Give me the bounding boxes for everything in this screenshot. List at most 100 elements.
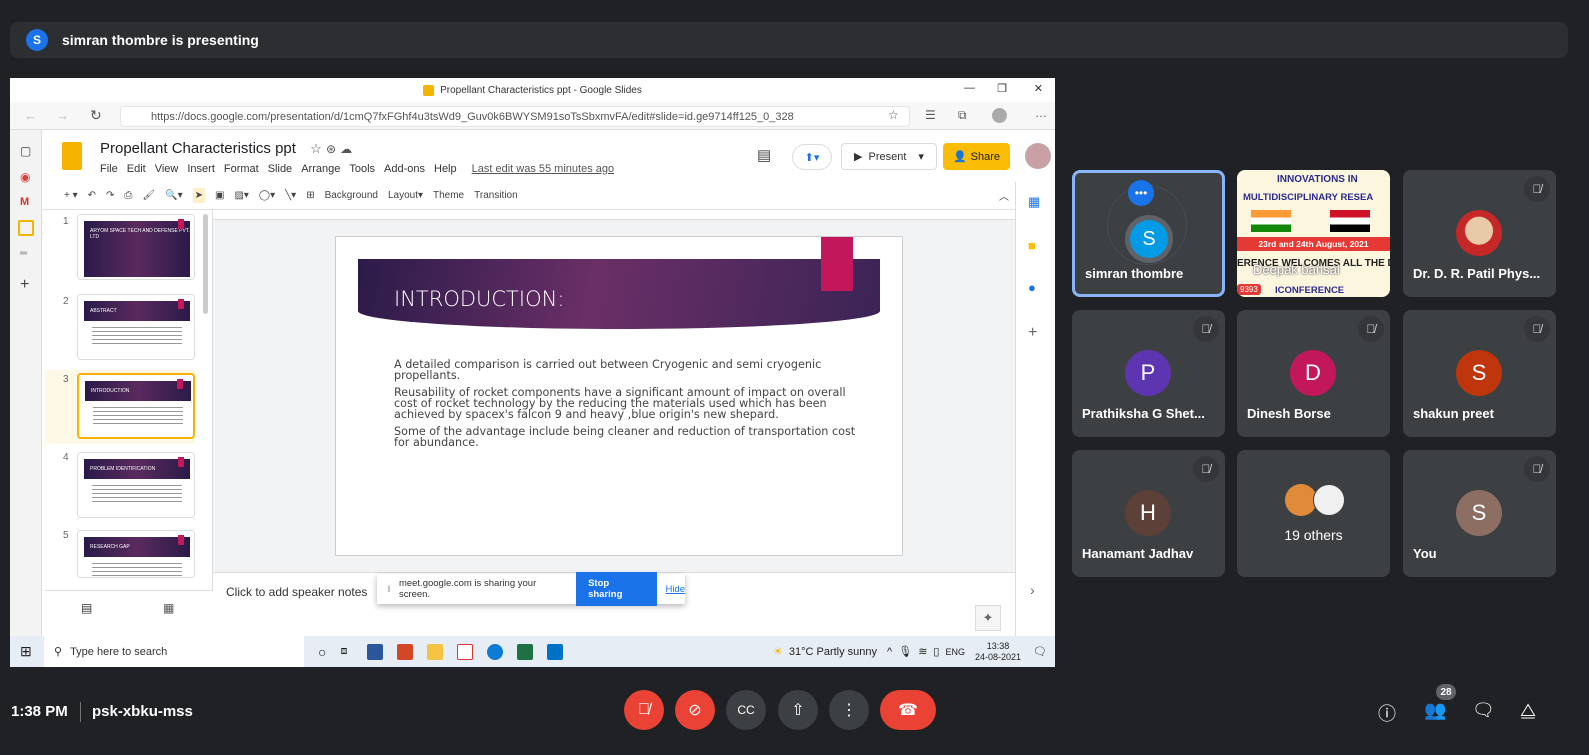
menu-file[interactable]: File <box>100 163 118 175</box>
activities-icon[interactable]: ⧋ <box>1520 700 1536 721</box>
mic-toggle-button[interactable]: 🎙̸ <box>624 690 664 730</box>
background-button[interactable]: Background <box>325 190 378 201</box>
present-button[interactable]: ▶ Present ▾ <box>841 143 937 170</box>
move-icon[interactable]: ⊛ <box>326 142 336 156</box>
collections-icon[interactable]: ⧉ <box>958 108 967 123</box>
participant-tile[interactable]: 🎙̸ D Dinesh Borse <box>1237 310 1390 437</box>
pdf-icon[interactable] <box>457 643 474 660</box>
network-icon[interactable]: ≋ <box>918 645 927 658</box>
image-icon[interactable]: ▨▾ <box>234 190 248 201</box>
add-addon-icon[interactable]: + <box>1028 324 1037 342</box>
more-options-icon[interactable]: ••• <box>1128 180 1154 206</box>
participant-tile-video[interactable]: INNOVATIONS IN MULTIDISCIPLINARY RESEA 2… <box>1237 170 1390 297</box>
keep-icon[interactable]: ■ <box>1028 238 1036 253</box>
drag-handle-icon[interactable]: ‖ <box>387 584 391 595</box>
line-icon[interactable]: ╲▾ <box>285 190 296 201</box>
explore-icon[interactable]: ✦ <box>975 605 1001 631</box>
reload-icon[interactable]: ↻ <box>90 107 102 124</box>
menu-tools[interactable]: Tools <box>349 163 375 175</box>
camera-toggle-button[interactable]: ⊘ <box>675 690 715 730</box>
star-icon[interactable]: ☆ <box>310 141 322 156</box>
slide-thumbnail[interactable]: PROBLEM IDENTIFICATION <box>77 452 195 518</box>
cortana-icon[interactable]: ○ <box>318 644 326 660</box>
transition-button[interactable]: Transition <box>474 190 518 201</box>
maximize-icon[interactable]: ❐ <box>997 82 1007 95</box>
cloud-status-icon[interactable]: ☁ <box>340 142 352 156</box>
minimize-icon[interactable]: — <box>964 82 975 94</box>
tray-chevron-icon[interactable]: ^ <box>887 646 892 658</box>
weather-text[interactable]: 31°C Partly sunny <box>789 646 877 658</box>
print-icon[interactable]: ⎙ <box>124 190 132 201</box>
shape-icon[interactable]: ◯▾ <box>259 190 275 201</box>
powerpoint-icon[interactable] <box>397 643 414 660</box>
participant-tile[interactable]: 🎙̸ S shakun preet <box>1403 310 1556 437</box>
mic-icon[interactable]: 🎙 <box>898 645 912 658</box>
filmstrip-scrollbar[interactable] <box>203 214 208 314</box>
favorite-icon[interactable]: ☆ <box>888 108 899 122</box>
stop-sharing-button[interactable]: Stop sharing <box>576 572 658 606</box>
comment-add-icon[interactable]: ⊞ <box>306 190 314 201</box>
paint-format-icon[interactable]: 🖌 <box>142 190 155 201</box>
excel-icon[interactable] <box>517 643 534 660</box>
document-title[interactable]: Propellant Characteristics ppt <box>100 140 296 157</box>
notifications-icon[interactable]: 🗨 <box>1033 645 1047 658</box>
tasks-icon[interactable]: ● <box>1028 280 1036 295</box>
tabs-icon[interactable]: ▢ <box>20 144 31 158</box>
leave-call-button[interactable]: ☎ <box>880 690 936 730</box>
theme-button[interactable]: Theme <box>433 190 464 201</box>
more-icon[interactable]: … <box>1035 106 1047 120</box>
zoom-icon[interactable]: 🔍▾ <box>165 190 182 201</box>
menu-edit[interactable]: Edit <box>127 163 146 175</box>
menu-arrange[interactable]: Arrange <box>301 163 340 175</box>
menu-view[interactable]: View <box>155 163 179 175</box>
edge-icon[interactable] <box>487 643 504 660</box>
menu-insert[interactable]: Insert <box>187 163 215 175</box>
new-slide-icon[interactable]: + ▾ <box>64 190 78 201</box>
collapse-icon[interactable]: ︿ <box>999 188 1009 203</box>
chat-icon[interactable]: 🗨 <box>1472 700 1495 721</box>
slide-thumbnail[interactable]: RESEARCH GAP <box>77 530 195 578</box>
participant-tile[interactable]: 🎙̸ Dr. D. R. Patil Phys... <box>1403 170 1556 297</box>
slide-thumbnail[interactable]: ARYOM SPACE TECH AND DEFENSE PVT. LTD <box>77 214 195 280</box>
outlook-icon[interactable] <box>547 643 564 660</box>
favorites-list-icon[interactable]: ☰ <box>925 108 936 122</box>
task-view-icon[interactable]: ⧈ <box>340 645 347 658</box>
menu-slide[interactable]: Slide <box>268 163 292 175</box>
slide-thumbnail[interactable]: ABSTRACT <box>77 294 195 360</box>
meeting-info-icon[interactable]: ⓘ <box>1378 700 1396 726</box>
windows-start-icon[interactable]: ⊞ <box>20 643 32 660</box>
menu-help[interactable]: Help <box>434 163 457 175</box>
participant-tile-self[interactable]: 🎙̸ S You <box>1403 450 1556 577</box>
participant-tile[interactable]: 🎙̸ P Prathiksha G Shet... <box>1072 310 1225 437</box>
calendar-icon[interactable]: ▦ <box>1028 194 1040 210</box>
clock[interactable]: 13:38 24-08-2021 <box>975 641 1021 663</box>
word-icon[interactable] <box>367 643 384 660</box>
slide-title[interactable]: INTRODUCTION: <box>394 287 564 311</box>
file-explorer-icon[interactable] <box>427 643 444 660</box>
share-button[interactable]: 👤 Share <box>943 143 1010 170</box>
menu-format[interactable]: Format <box>224 163 259 175</box>
record-icon[interactable]: ◉ <box>20 170 30 184</box>
current-slide[interactable]: INTRODUCTION: A detailed comparison is c… <box>335 236 903 556</box>
menu-addons[interactable]: Add-ons <box>384 163 425 175</box>
speaker-notes-placeholder[interactable]: Click to add speaker notes <box>226 585 367 599</box>
layout-button[interactable]: Layout▾ <box>388 190 423 201</box>
others-tile[interactable]: 19 others <box>1237 450 1390 577</box>
forward-icon[interactable]: → <box>56 108 69 123</box>
url-input[interactable]: https://docs.google.com/presentation/d/1… <box>120 106 910 127</box>
undo-icon[interactable]: ↶ <box>88 190 96 201</box>
user-avatar[interactable] <box>1025 143 1051 169</box>
captions-button[interactable]: CC <box>726 690 766 730</box>
chevron-down-icon[interactable]: ▾ <box>918 150 924 163</box>
app-icon[interactable]: ═ <box>20 248 27 259</box>
participant-tile[interactable]: S ••• simran thombre <box>1072 170 1225 297</box>
gmail-icon[interactable]: M <box>20 196 29 208</box>
present-now-button[interactable]: ⇧ <box>778 690 818 730</box>
present-to-meeting-button[interactable]: ⬆▾ <box>792 144 832 170</box>
participant-tile[interactable]: 🎙̸ H Hanamant Jadhav <box>1072 450 1225 577</box>
slide-thumbnail-selected[interactable]: INTRODUCTION <box>77 373 195 439</box>
profile-icon[interactable] <box>992 108 1007 123</box>
slide-body[interactable]: A detailed comparison is carried out bet… <box>394 359 864 454</box>
last-edit-link[interactable]: Last edit was 55 minutes ago <box>472 163 614 175</box>
taskbar-search[interactable]: ⚲ Type here to search <box>44 636 304 667</box>
